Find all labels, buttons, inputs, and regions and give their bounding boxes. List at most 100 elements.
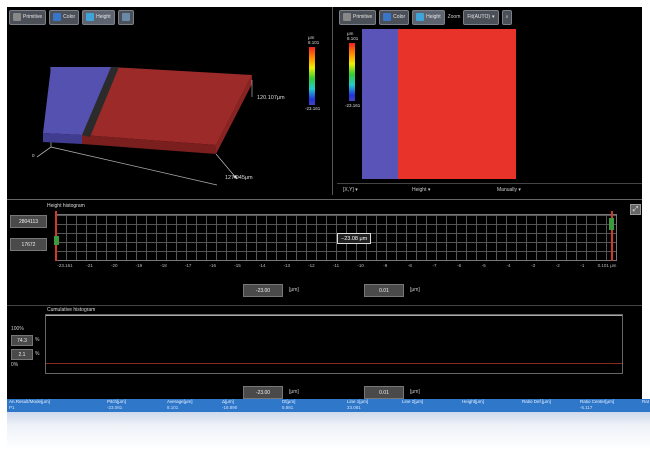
results-column-header[interactable]: Rat [642,399,649,404]
height-lower-input[interactable]: -23.00 [243,284,283,297]
histogram-tick-label: -23.161 [57,263,73,268]
height-icon [416,13,425,21]
histogram-tick-label: -16 [209,263,217,268]
height-upper-unit: [μm] [410,287,420,293]
view-2d-footer: [X,Y] ▾ Height ▾ Manually ▾ [337,183,642,195]
cum-upper-input[interactable]: 74.3 [11,335,33,346]
primitive-icon [343,13,351,21]
results-table[interactable]: An.Result/Mode[μm] Pitch[μm] Average[μm] Δ[… [7,399,650,412]
histogram-tick-label: -7 [432,263,437,268]
axis-y-label: 120.107μm [257,95,285,101]
cumulative-plot[interactable] [45,314,623,374]
scale-3d-max: 8.101 [308,40,320,45]
histogram-tick-label: -6 [457,263,462,268]
results-cell: -23.081 [107,405,123,410]
results-cell: 23.081 [347,405,361,410]
results-column-header[interactable]: An.Result/Mode[μm] [9,399,50,404]
surface-3d[interactable] [7,7,332,195]
results-column-header[interactable]: Pitch[μm] [107,399,126,404]
results-column-header[interactable]: Average[μm] [167,399,193,404]
height-histogram-title: Height histogram [47,203,85,209]
cum-upper-pct: % [35,337,40,343]
histogram-tick-label: -8 [407,263,412,268]
color-scale-3d [309,47,315,105]
cum-lower-value-input[interactable]: -23.00 [243,386,283,399]
view-2d-pane[interactable]: Primitive Color Height Zoom Fit(AUTO) ▾ ⌕… [337,7,642,195]
histogram-tick-label: -13 [283,263,290,268]
cumulative-histogram-panel: Cumulative histogram 100% 74.3 % 2.1 % 0… [7,305,642,402]
histogram-tick-label: -14 [258,263,266,268]
height-map-low-region [362,29,398,179]
cum-lower-unit: [μm] [289,389,299,395]
height-lower-unit: [μm] [289,287,299,293]
color-button-2d[interactable]: Color [379,9,410,25]
view-select[interactable]: [X,Y] ▾ [343,187,358,193]
chevron-down-icon: ▾ [492,14,495,20]
results-cell: 8.101 [167,405,179,410]
primitive-button-2d[interactable]: Primitive [339,9,377,25]
magnifier-icon: ⌕ [505,14,509,20]
histogram-count-bottom[interactable]: 17672 [10,238,47,251]
cum-upper-unit: [μm] [410,389,420,395]
histogram-tick-label: -3 [531,263,536,268]
histogram-tick-label: -4 [506,263,511,268]
results-cell: -5.117 [580,405,593,410]
histogram-tick-label: -21 [86,263,93,268]
results-cell: -18.890 [222,405,238,410]
cursor-readout: −23.08 μm [337,233,372,244]
cum-y-bottom: 0% [11,362,19,368]
results-column-header[interactable]: Height[μm] [462,399,484,404]
cumulative-histogram-title: Cumulative histogram [47,307,96,313]
histogram-tick-label: -18 [160,263,167,268]
histogram-tick-label: -2 [555,263,560,268]
scale-2d-min: -23.161 [345,103,361,108]
height-upper-input[interactable]: 0.01 [364,284,404,297]
results-column-header[interactable]: Line 2[μm] [402,399,423,404]
height-button-2d[interactable]: Height [412,9,445,25]
results-column-header[interactable]: Line 1[μm] [347,399,368,404]
histogram-bar-low [54,236,59,245]
histogram-tick-label: -10 [357,263,364,268]
histogram-count-top[interactable]: 2804113 [10,215,47,228]
histogram-bar-high [609,218,614,230]
axis-z-label: 0 [32,153,35,158]
display-select[interactable]: Manually ▾ [497,187,521,193]
histogram-tick-label: -20 [111,263,118,268]
color-scale-2d [349,43,355,101]
histogram-tick-label: -17 [184,263,192,268]
scale-3d-min: -23.161 [305,106,321,111]
results-column-header[interactable]: Δ[μm] [222,399,234,404]
results-column-header[interactable]: Dt[μm] [282,399,295,404]
zoom-button[interactable]: ⌕ [501,9,513,25]
cum-lower-pct: % [35,351,40,357]
results-column-header[interactable]: Ratio Center[μm] [580,399,614,404]
toolbar-2d: Primitive Color Height Zoom Fit(AUTO) ▾ ⌕ [339,9,513,25]
measurement-app: Primitive Color Height 120.107μm 127.945… [7,7,642,402]
axis-x-label: 127.945μm [225,175,253,181]
histogram-tick-label: -11 [332,263,340,268]
histogram-tick-label: -5 [481,263,486,268]
color-icon [383,13,392,21]
histogram-grid[interactable] [55,214,617,261]
view-3d-pane[interactable]: Primitive Color Height 120.107μm 127.945… [7,7,333,195]
histogram-tick-label: -15 [234,263,241,268]
histogram-tick-label: -9 [383,263,388,268]
height-histogram-panel: Height histogram 2804113 17672 −23.08 μm… [7,199,642,306]
cumulative-threshold-line [46,363,622,364]
zoom-label: Zoom [447,14,461,20]
cumulative-line-top [46,315,622,316]
scale-2d-max: 8.101 [347,36,359,41]
zoom-select[interactable]: Fit(AUTO) ▾ [463,9,499,25]
histogram-tick-label: -1 [580,263,585,268]
cum-lower-input[interactable]: 2.1 [11,349,33,360]
results-cell: 5.881 [282,405,294,410]
results-cell: P1 [9,405,15,410]
cum-y-top: 100% [11,326,24,332]
histogram-tick-label: -19 [135,263,143,268]
results-table-background [7,412,650,450]
results-column-header[interactable]: Ratio Def.[μm] [522,399,551,404]
cum-upper-value-input[interactable]: 0.01 [364,386,404,399]
mode-select[interactable]: Height ▾ [412,187,430,193]
expand-icon[interactable]: ⤢ [630,204,641,215]
histogram-tick-label: -12 [308,263,315,268]
